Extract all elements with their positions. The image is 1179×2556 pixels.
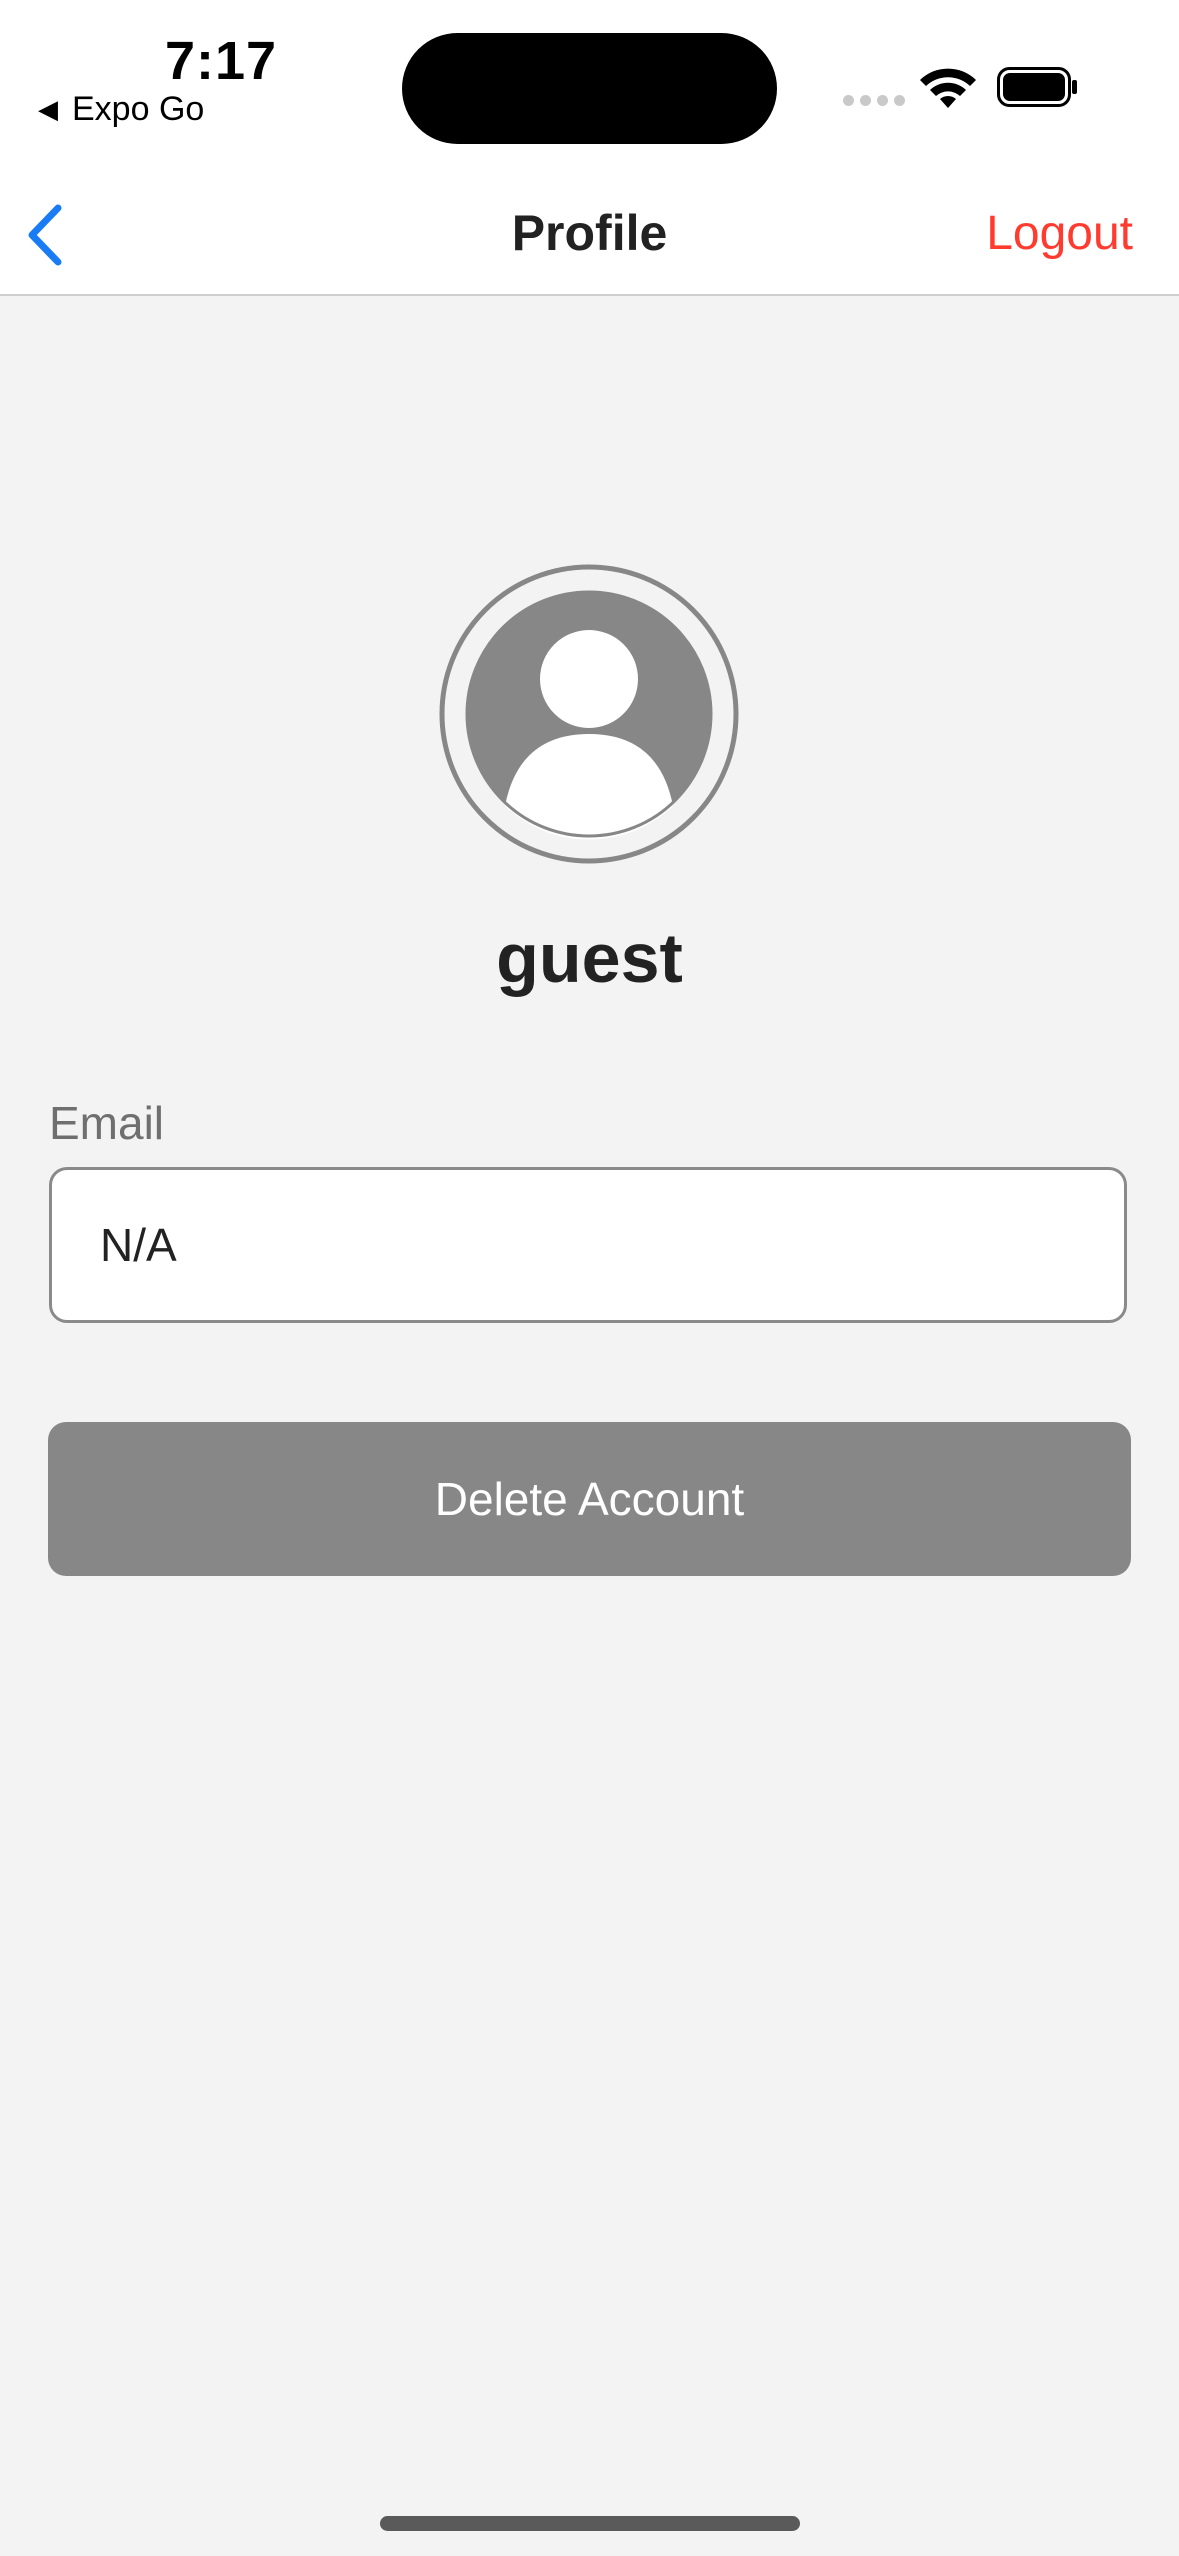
email-field[interactable]: N/A <box>49 1167 1127 1323</box>
wifi-icon <box>920 68 976 108</box>
back-app-label: Expo Go <box>72 90 205 128</box>
signal-icon <box>843 95 905 107</box>
dynamic-island <box>402 33 777 144</box>
status-bar: 7:17 ◀ Expo Go <box>0 0 1179 170</box>
left-triangle-icon: ◀ <box>38 94 58 124</box>
email-label: Email <box>49 1097 165 1149</box>
home-indicator[interactable] <box>380 2516 800 2531</box>
back-to-app-link[interactable]: ◀ Expo Go <box>38 90 204 129</box>
user-avatar-icon <box>439 564 739 864</box>
delete-account-button[interactable]: Delete Account <box>48 1422 1131 1576</box>
status-time: 7:17 <box>165 31 278 91</box>
username: guest <box>496 919 683 997</box>
battery-icon <box>997 67 1077 107</box>
logout-button[interactable]: Logout <box>986 206 1133 261</box>
navigation-bar: Profile Logout <box>0 170 1179 296</box>
